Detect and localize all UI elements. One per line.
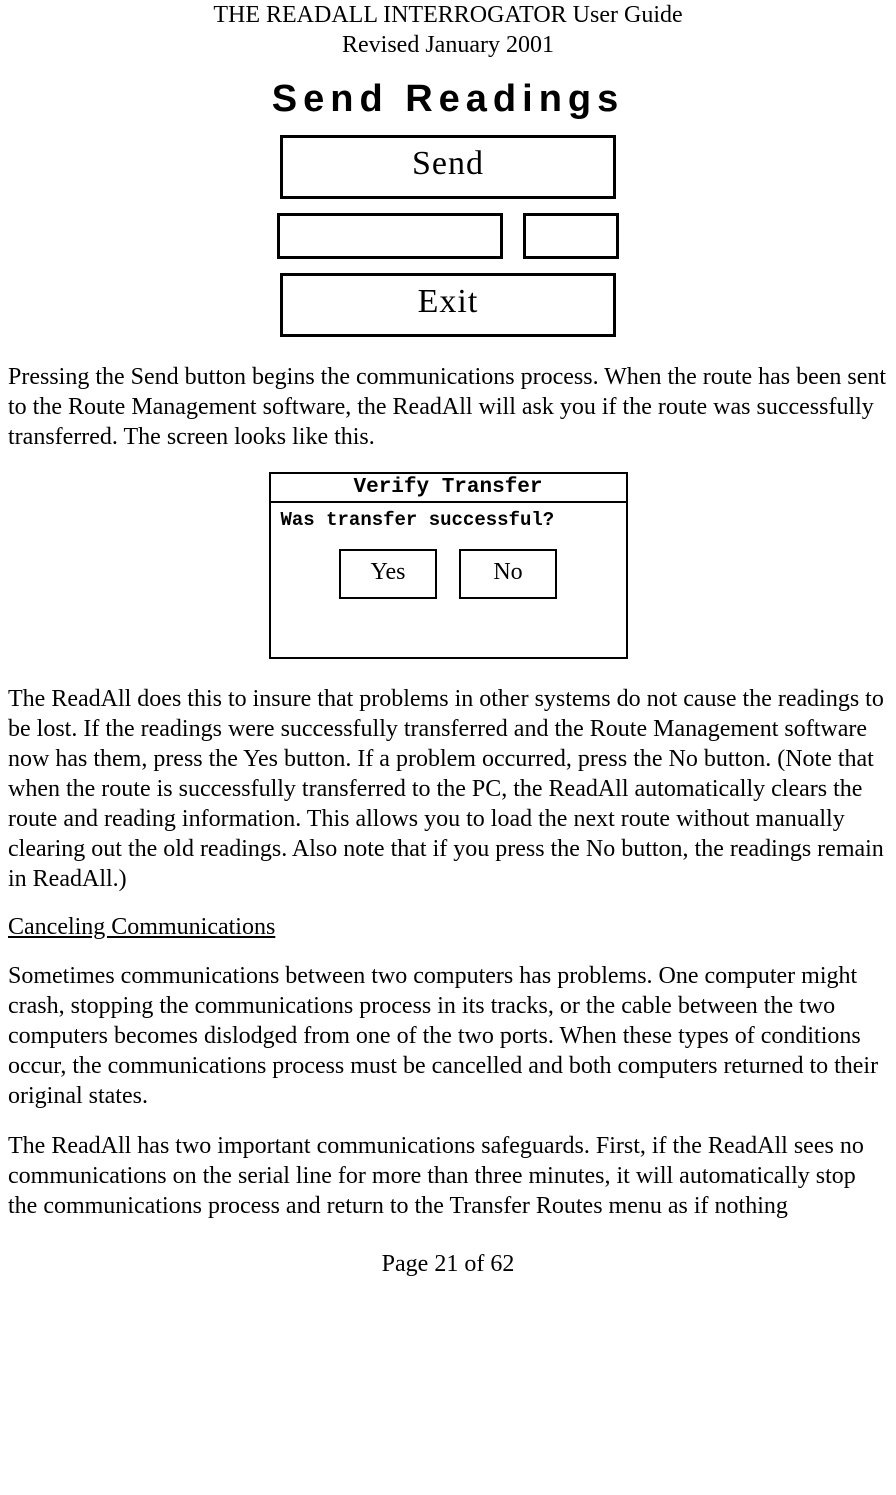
verify-transfer-title: Verify Transfer [271,474,626,503]
exit-button[interactable]: Exit [280,273,616,337]
document-header: THE READALL INTERROGATOR User Guide Revi… [8,0,888,60]
no-button[interactable]: No [459,549,557,599]
paragraph-1: Pressing the Send button begins the comm… [8,362,888,452]
page-number: Page 21 of 62 [8,1251,888,1278]
document-title: THE READALL INTERROGATOR User Guide [8,0,888,30]
yes-button[interactable]: Yes [339,549,437,599]
verify-transfer-dialog: Verify Transfer Was transfer successful?… [269,472,628,659]
document-revised: Revised January 2001 [8,30,888,60]
send-button[interactable]: Send [280,135,616,199]
paragraph-3: Sometimes communications between two com… [8,961,888,1111]
send-readings-title: Send Readings [248,78,648,121]
status-field-left [277,213,503,259]
verify-transfer-prompt: Was transfer successful? [281,509,616,531]
status-field-right [523,213,619,259]
paragraph-4: The ReadAll has two important communicat… [8,1131,888,1221]
paragraph-2: The ReadAll does this to insure that pro… [8,684,888,894]
send-readings-screen: Send Readings Send Exit [248,78,648,337]
canceling-communications-heading: Canceling Communications [8,914,888,941]
